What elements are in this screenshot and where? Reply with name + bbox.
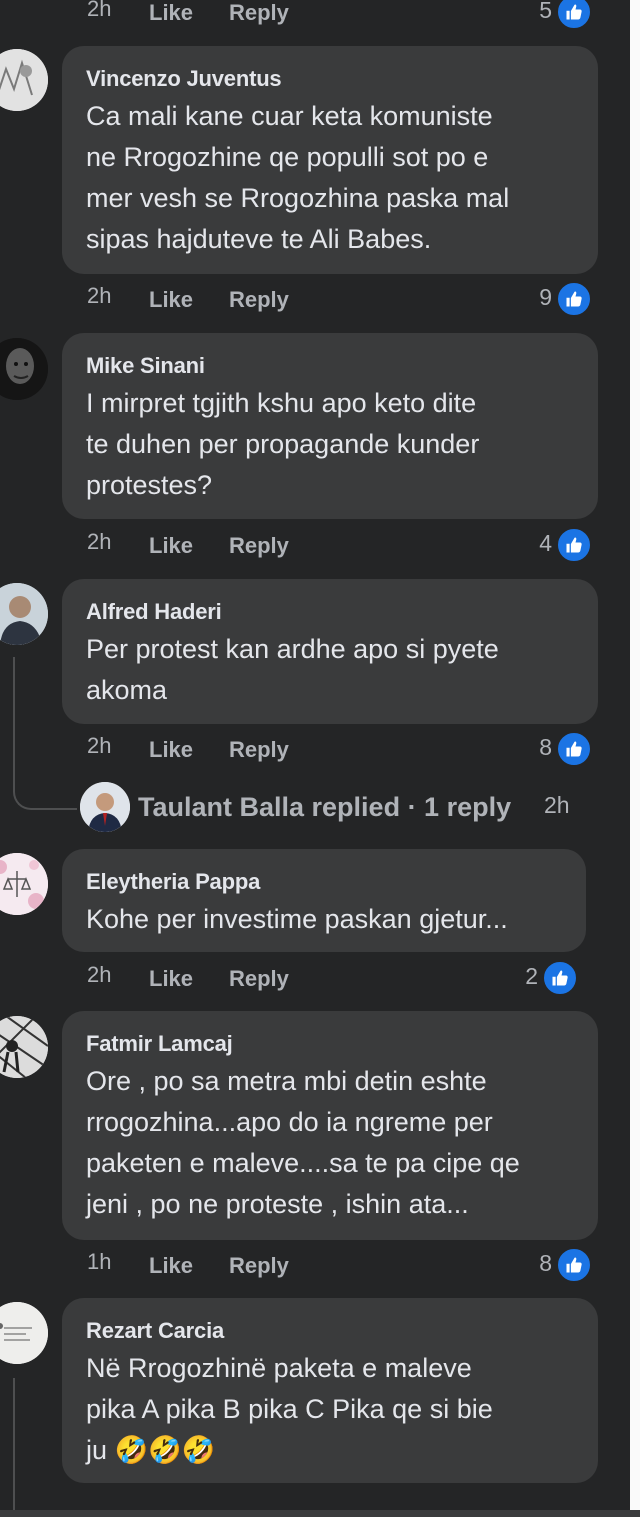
comment-bubble: Fatmir Lamcaj Ore , po sa metra mbi deti… [62, 1011, 598, 1240]
avatar [80, 782, 130, 832]
reaction-summary[interactable]: 9 [500, 281, 592, 317]
reaction-summary[interactable]: 8 [500, 1247, 592, 1283]
reply-button[interactable]: Reply [229, 0, 289, 26]
comment-time[interactable]: 2h [87, 283, 111, 309]
comment-bubble: Alfred Haderi Per protest kan ardhe apo … [62, 579, 598, 724]
reply-button[interactable]: Reply [229, 287, 289, 313]
reply-button[interactable]: Reply [229, 737, 289, 763]
comment-text-line: Ore , po sa metra mbi detin eshte [86, 1066, 487, 1096]
previous-comment-meta: 2h Like Reply 5 [0, 0, 600, 30]
comment-time[interactable]: 2h [87, 529, 111, 555]
thumbs-up-icon [556, 527, 592, 563]
comment-bubble: Eleytheria Pappa Kohe per investime pask… [62, 849, 586, 952]
thumbs-up-icon [556, 731, 592, 767]
reaction-count: 8 [539, 1250, 552, 1276]
reaction-count: 4 [539, 530, 552, 556]
avatar[interactable] [0, 1016, 48, 1078]
reaction-count: 9 [539, 284, 552, 310]
comment-text-line: Kohe per investime paskan gjetur... [86, 904, 508, 934]
comment-text-line: akoma [86, 675, 168, 705]
thumbs-up-icon [542, 960, 578, 996]
reply-button[interactable]: Reply [229, 533, 289, 559]
like-button[interactable]: Like [149, 0, 193, 26]
comment-text-line: paketen e maleve....sa te pa cipe qe [86, 1148, 520, 1178]
comment-text: I mirpret tgjith kshu apo keto dite te d… [86, 383, 574, 506]
reaction-summary[interactable]: 8 [500, 731, 592, 767]
like-button[interactable]: Like [149, 966, 193, 992]
thumbs-up-icon [556, 1247, 592, 1283]
comment-text-line: mer vesh se Rrogozhina paska mal [86, 183, 510, 213]
window-edge [630, 0, 640, 1517]
comment-text: Kohe per investime paskan gjetur... [86, 899, 562, 940]
reply-button[interactable]: Reply [229, 966, 289, 992]
comment-text: Ca mali kane cuar keta komuniste ne Rrog… [86, 96, 574, 260]
comment-text-line: sipas hajduteve te Ali Babes. [86, 224, 432, 254]
comment-bubble: Rezart Carcia Në Rrogozhinë paketa e mal… [62, 1298, 598, 1483]
avatar[interactable] [0, 1302, 48, 1364]
replies-summary[interactable]: Taulant Balla replied · 1 reply [138, 792, 511, 823]
comment-time[interactable]: 1h [87, 1249, 111, 1275]
comment-text-line: ne Rrogozhine qe populli sot po e [86, 142, 489, 172]
comment-text: Per protest kan ardhe apo si pyete akoma [86, 629, 574, 711]
comment-text-line: te duhen per propagande kunder [86, 429, 480, 459]
reaction-summary[interactable]: 4 [500, 527, 592, 563]
reaction-count: 5 [539, 0, 552, 23]
comment-time[interactable]: 2h [87, 962, 111, 988]
comment-author[interactable]: Vincenzo Juventus [86, 66, 574, 92]
comment-author[interactable]: Rezart Carcia [86, 1318, 574, 1344]
comment-text-line: Per protest kan ardhe apo si pyete [86, 634, 499, 664]
replies-time: 2h [544, 792, 570, 818]
reaction-count: 8 [539, 734, 552, 760]
comment-text: Në Rrogozhinë paketa e maleve pika A pik… [86, 1348, 574, 1471]
comment-text-line: Në Rrogozhinë paketa e maleve [86, 1353, 472, 1383]
avatar[interactable] [0, 583, 48, 645]
comment-text-line: pika A pika B pika C Pika qe si bie [86, 1394, 493, 1424]
comment-text-line: rrogozhina...apo do ia ngreme per [86, 1107, 493, 1137]
like-button[interactable]: Like [149, 533, 193, 559]
comment-text-line: I mirpret tgjith kshu apo keto dite [86, 388, 477, 418]
reaction-summary[interactable]: 5 [500, 0, 592, 30]
comment-author[interactable]: Eleytheria Pappa [86, 869, 562, 895]
thread-line [13, 1378, 15, 1510]
thumbs-up-icon [556, 281, 592, 317]
comment-text-line: ju 🤣🤣🤣 [86, 1435, 216, 1465]
comment-author[interactable]: Alfred Haderi [86, 599, 574, 625]
bottom-edge [0, 1510, 640, 1517]
comment-text-line: Ca mali kane cuar keta komuniste [86, 101, 493, 131]
comment-text-line: protestes? [86, 470, 213, 500]
reply-button[interactable]: Reply [229, 1253, 289, 1279]
avatar[interactable] [0, 338, 48, 400]
comment-time[interactable]: 2h [87, 0, 111, 22]
comment-bubble: Vincenzo Juventus Ca mali kane cuar keta… [62, 46, 598, 274]
comment-time[interactable]: 2h [87, 733, 111, 759]
thread-connector [13, 770, 77, 810]
avatar[interactable] [0, 853, 48, 915]
reaction-summary[interactable]: 2 [486, 960, 578, 996]
comment-text-line: jeni , po ne proteste , ishin ata... [86, 1189, 469, 1219]
thread-line [13, 657, 15, 777]
like-button[interactable]: Like [149, 1253, 193, 1279]
like-button[interactable]: Like [149, 737, 193, 763]
avatar[interactable] [0, 49, 48, 111]
thumbs-up-icon [556, 0, 592, 30]
comment-bubble: Mike Sinani I mirpret tgjith kshu apo ke… [62, 333, 598, 519]
comment-author[interactable]: Mike Sinani [86, 353, 574, 379]
like-button[interactable]: Like [149, 287, 193, 313]
comment-text: Ore , po sa metra mbi detin eshte rrogoz… [86, 1061, 574, 1225]
reaction-count: 2 [525, 963, 538, 989]
comment-author[interactable]: Fatmir Lamcaj [86, 1031, 574, 1057]
